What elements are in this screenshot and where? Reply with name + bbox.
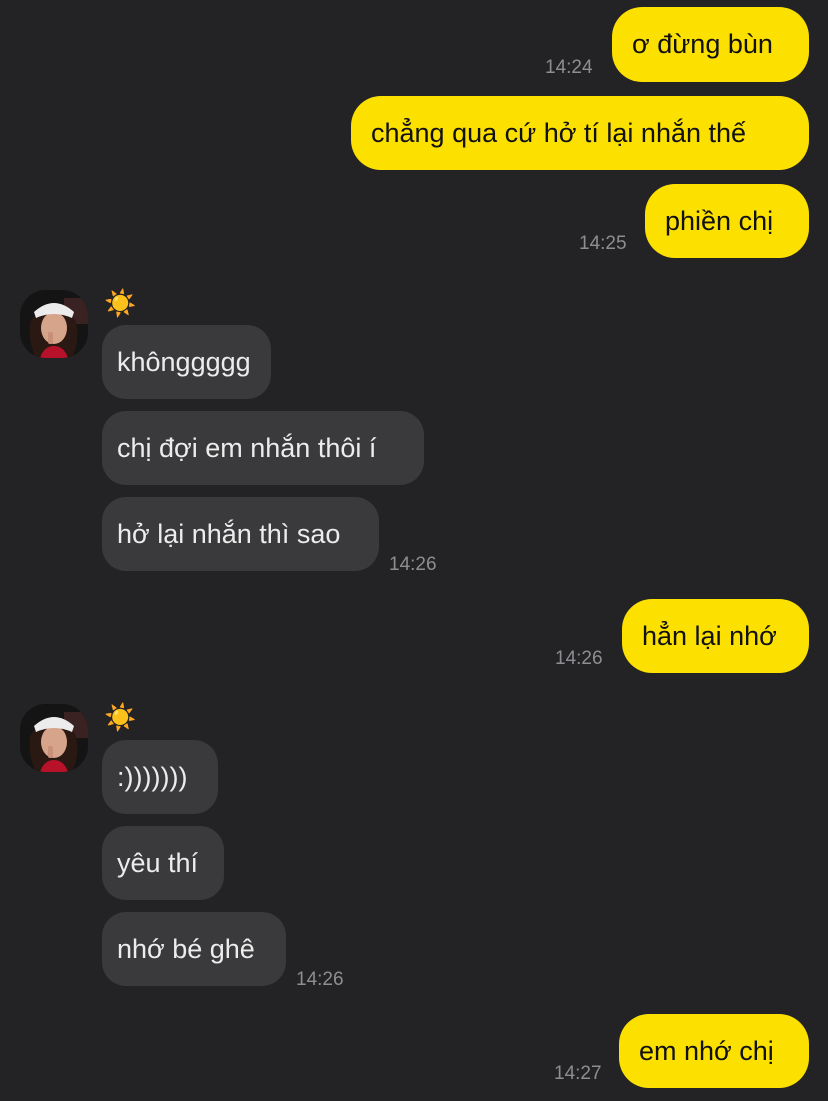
sent-message-bubble[interactable]: ơ đừng bùn <box>612 7 809 82</box>
message-text: ơ đừng bùn <box>632 29 773 59</box>
received-message-bubble[interactable]: chị đợi em nhắn thôi í <box>102 411 424 485</box>
sent-message-bubble[interactable]: em nhớ chị <box>619 1014 809 1088</box>
message-timestamp: 14:25 <box>579 233 627 254</box>
message-timestamp: 14:26 <box>296 969 344 990</box>
message-timestamp: 14:26 <box>389 554 437 575</box>
message-text: khônggggg <box>117 346 251 377</box>
profile-photo-icon <box>20 704 88 772</box>
received-message-bubble[interactable]: yêu thí <box>102 826 224 900</box>
sender-name: ☀️ <box>104 702 137 732</box>
message-timestamp: 14:26 <box>555 648 603 669</box>
message-text: yêu thí <box>117 847 199 878</box>
received-message-bubble[interactable]: hở lại nhắn thì sao <box>102 497 379 571</box>
sent-message-bubble[interactable]: phiền chị <box>645 184 809 258</box>
message-timestamp: 14:24 <box>545 57 593 78</box>
message-text: nhớ bé ghê <box>117 933 255 964</box>
contact-avatar[interactable] <box>20 290 88 358</box>
message-text: phiền chị <box>665 205 774 236</box>
message-timestamp: 14:27 <box>554 1063 602 1084</box>
sent-message-bubble[interactable]: chẳng qua cứ hở tí lại nhắn thế <box>351 96 809 170</box>
sent-message-bubble[interactable]: hẳn lại nhớ <box>622 599 809 673</box>
message-text: hẳn lại nhớ <box>642 620 777 651</box>
contact-avatar[interactable] <box>20 704 88 772</box>
sender-name: ☀️ <box>104 288 137 318</box>
received-message-bubble[interactable]: :))))))) <box>102 740 218 814</box>
message-text: em nhớ chị <box>639 1035 774 1066</box>
profile-photo-icon <box>20 290 88 358</box>
received-message-bubble[interactable]: khônggggg <box>102 325 271 399</box>
message-text: :))))))) <box>117 761 188 792</box>
message-text: hở lại nhắn thì sao <box>117 518 341 549</box>
message-text: chị đợi em nhắn thôi í <box>117 432 377 463</box>
message-text: chẳng qua cứ hở tí lại nhắn thế <box>371 117 747 148</box>
received-message-bubble[interactable]: nhớ bé ghê <box>102 912 286 986</box>
